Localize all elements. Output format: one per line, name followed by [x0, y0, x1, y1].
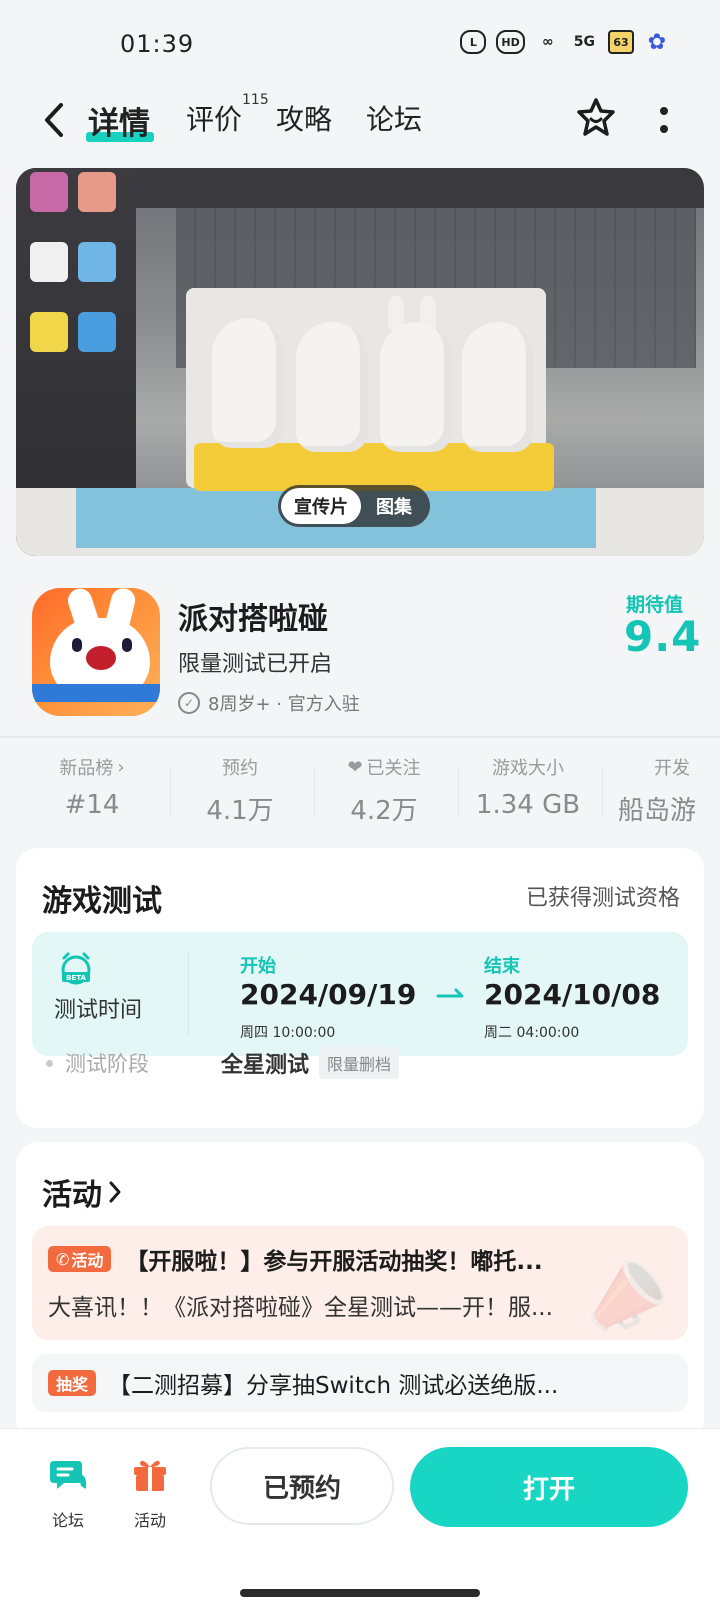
stats-row: 新品榜 › #14 预约 4.1万 ❤ 已关注 4.2万 游戏大小 1.34 GB … — [0, 754, 720, 834]
5g-signal-icon: 5G — [573, 34, 595, 50]
stat-followers[interactable]: ❤ 已关注 4.2万 — [310, 754, 458, 827]
gift-icon — [134, 1460, 166, 1491]
start-label: 开始 — [240, 956, 276, 977]
back-arrow-icon — [45, 103, 63, 137]
check-circle-icon: ✓ — [178, 692, 200, 714]
test-time-box: BETA 测试时间 开始 2024/09/19 周四 10:00:00 结束 2… — [32, 932, 688, 1056]
hero-figure — [212, 318, 284, 448]
activity-desc: 大喜讯！！《派对搭啦碰》全星测试——开！服... — [48, 1295, 553, 1321]
open-button[interactable]: 打开 — [410, 1447, 688, 1527]
status-icons: L HD ∞ 5G 63 ✿ — [460, 29, 670, 55]
megaphone-watermark-icon: 📣 — [569, 1243, 680, 1340]
toggle-video[interactable]: 宣传片 — [281, 488, 361, 524]
star-smile-icon — [577, 98, 615, 136]
media-toggle: 宣传片 图集 — [278, 485, 430, 527]
game-test-card: 游戏测试 已获得测试资格 BETA 测试时间 开始 2024/09/19 周四 … — [16, 848, 704, 1128]
top-nav: 详情 评价 115 攻略 论坛 — [0, 90, 720, 150]
game-subtitle: 限量测试已开启 — [178, 652, 333, 677]
stage-tag: 限量删档 — [319, 1047, 400, 1079]
game-icon — [32, 588, 160, 716]
more-dot-icon — [660, 125, 668, 133]
cat-icon: L — [460, 30, 487, 54]
battery-icon: 63 — [608, 30, 634, 54]
end-time: 周二 04:00:00 — [484, 1025, 580, 1041]
tab-forum[interactable]: 论坛 — [366, 98, 422, 138]
back-button[interactable] — [34, 98, 74, 142]
game-meta: ✓ 8周岁+ · 官方入驻 — [178, 690, 360, 716]
more-dot-icon — [660, 107, 668, 115]
test-qualified-status: 已获得测试资格 — [525, 886, 680, 911]
tab-details[interactable]: 详情 — [88, 98, 150, 143]
hero-media[interactable]: 宣传片 图集 — [16, 168, 704, 556]
stat-game-size: 游戏大小 1.34 GB — [475, 758, 581, 820]
flower-icon: ✿ — [647, 29, 667, 55]
activity-card: 活动 📣 ✆ 活动 【开服啦！】参与开服活动抽奖！嘟托... 大喜讯！！《派对搭啦… — [16, 1142, 704, 1442]
loop-icon: ∞ — [541, 34, 554, 50]
bottom-action-bar: 论坛 活动 已预约 打开 — [0, 1428, 720, 1608]
arrow-right-icon — [436, 988, 464, 998]
hero-figure — [296, 322, 368, 452]
bottom-forum-button[interactable]: 论坛 — [36, 1455, 100, 1531]
toggle-gallery[interactable]: 图集 — [361, 493, 427, 519]
beta-alarm-icon: BETA — [61, 952, 91, 985]
activity-item[interactable]: 抽奖 【二测招募】分享抽Switch 测试必送绝版... — [32, 1354, 688, 1412]
stage-value: 全星测试 — [221, 1053, 310, 1078]
activity-badge: ✆ 活动 — [48, 1246, 112, 1272]
bottom-activity-button[interactable]: 活动 — [118, 1455, 182, 1531]
stage-label: 测试阶段 — [65, 1052, 149, 1076]
more-menu-button[interactable] — [650, 98, 678, 142]
activity-item[interactable]: 📣 ✆ 活动 【开服啦！】参与开服活动抽奖！嘟托... 大喜讯！！《派对搭啦碰》全… — [32, 1226, 688, 1340]
hd-icon: HD — [496, 30, 525, 54]
activity-title[interactable]: 活动 — [42, 1170, 122, 1214]
start-date: 2024/09/19 — [240, 978, 417, 1011]
expect-score: 9.4 — [624, 612, 702, 661]
tab-reviews[interactable]: 评价 — [186, 98, 242, 138]
game-title: 派对搭啦碰 — [178, 602, 328, 637]
divider — [0, 736, 720, 738]
reserved-button[interactable]: 已预约 — [210, 1447, 394, 1525]
lottery-badge: 抽奖 — [48, 1370, 97, 1396]
app-page: 01:39 L HD ∞ 5G 63 ✿ 详情 评价 115 攻略 论坛 宣传片… — [0, 0, 720, 1608]
stat-developer[interactable]: 开发 船岛游 — [612, 754, 720, 827]
hero-figure — [462, 322, 534, 452]
activity-headline: 【开服啦！】参与开服活动抽奖！嘟托... — [125, 1249, 543, 1275]
start-time: 周四 10:00:00 — [240, 1025, 336, 1041]
svg-text:BETA: BETA — [66, 974, 86, 982]
status-bar: 01:39 L HD ∞ 5G 63 ✿ — [0, 0, 720, 90]
chat-bubble-icon — [50, 1461, 86, 1489]
heart-icon: ❤ — [347, 756, 363, 778]
stat-reservations: 预约 4.1万 — [206, 758, 274, 826]
megaphone-icon: ✆ — [56, 1249, 70, 1269]
tab-guides[interactable]: 攻略 — [276, 98, 332, 138]
home-indicator[interactable] — [240, 1589, 480, 1597]
hero-figure — [380, 322, 452, 452]
test-stage-row: 测试阶段 全星测试 限量删档 — [46, 1046, 400, 1080]
test-card-title: 游戏测试 — [42, 884, 162, 919]
test-time-label: 测试时间 — [54, 998, 143, 1023]
game-meta-text: 8周岁+ · 官方入驻 — [208, 694, 360, 715]
stat-new-rank[interactable]: 新品榜 › #14 — [18, 754, 166, 821]
chevron-right-icon: › — [117, 756, 125, 778]
review-count-badge: 115 — [242, 92, 269, 108]
activity-headline: 【二测招募】分享抽Switch 测试必送绝版... — [108, 1373, 559, 1399]
favorite-button[interactable] — [574, 96, 618, 140]
end-label: 结束 — [484, 956, 520, 977]
end-date: 2024/10/08 — [484, 978, 661, 1011]
chevron-right-icon — [109, 1181, 121, 1203]
status-time: 01:39 — [120, 30, 195, 58]
